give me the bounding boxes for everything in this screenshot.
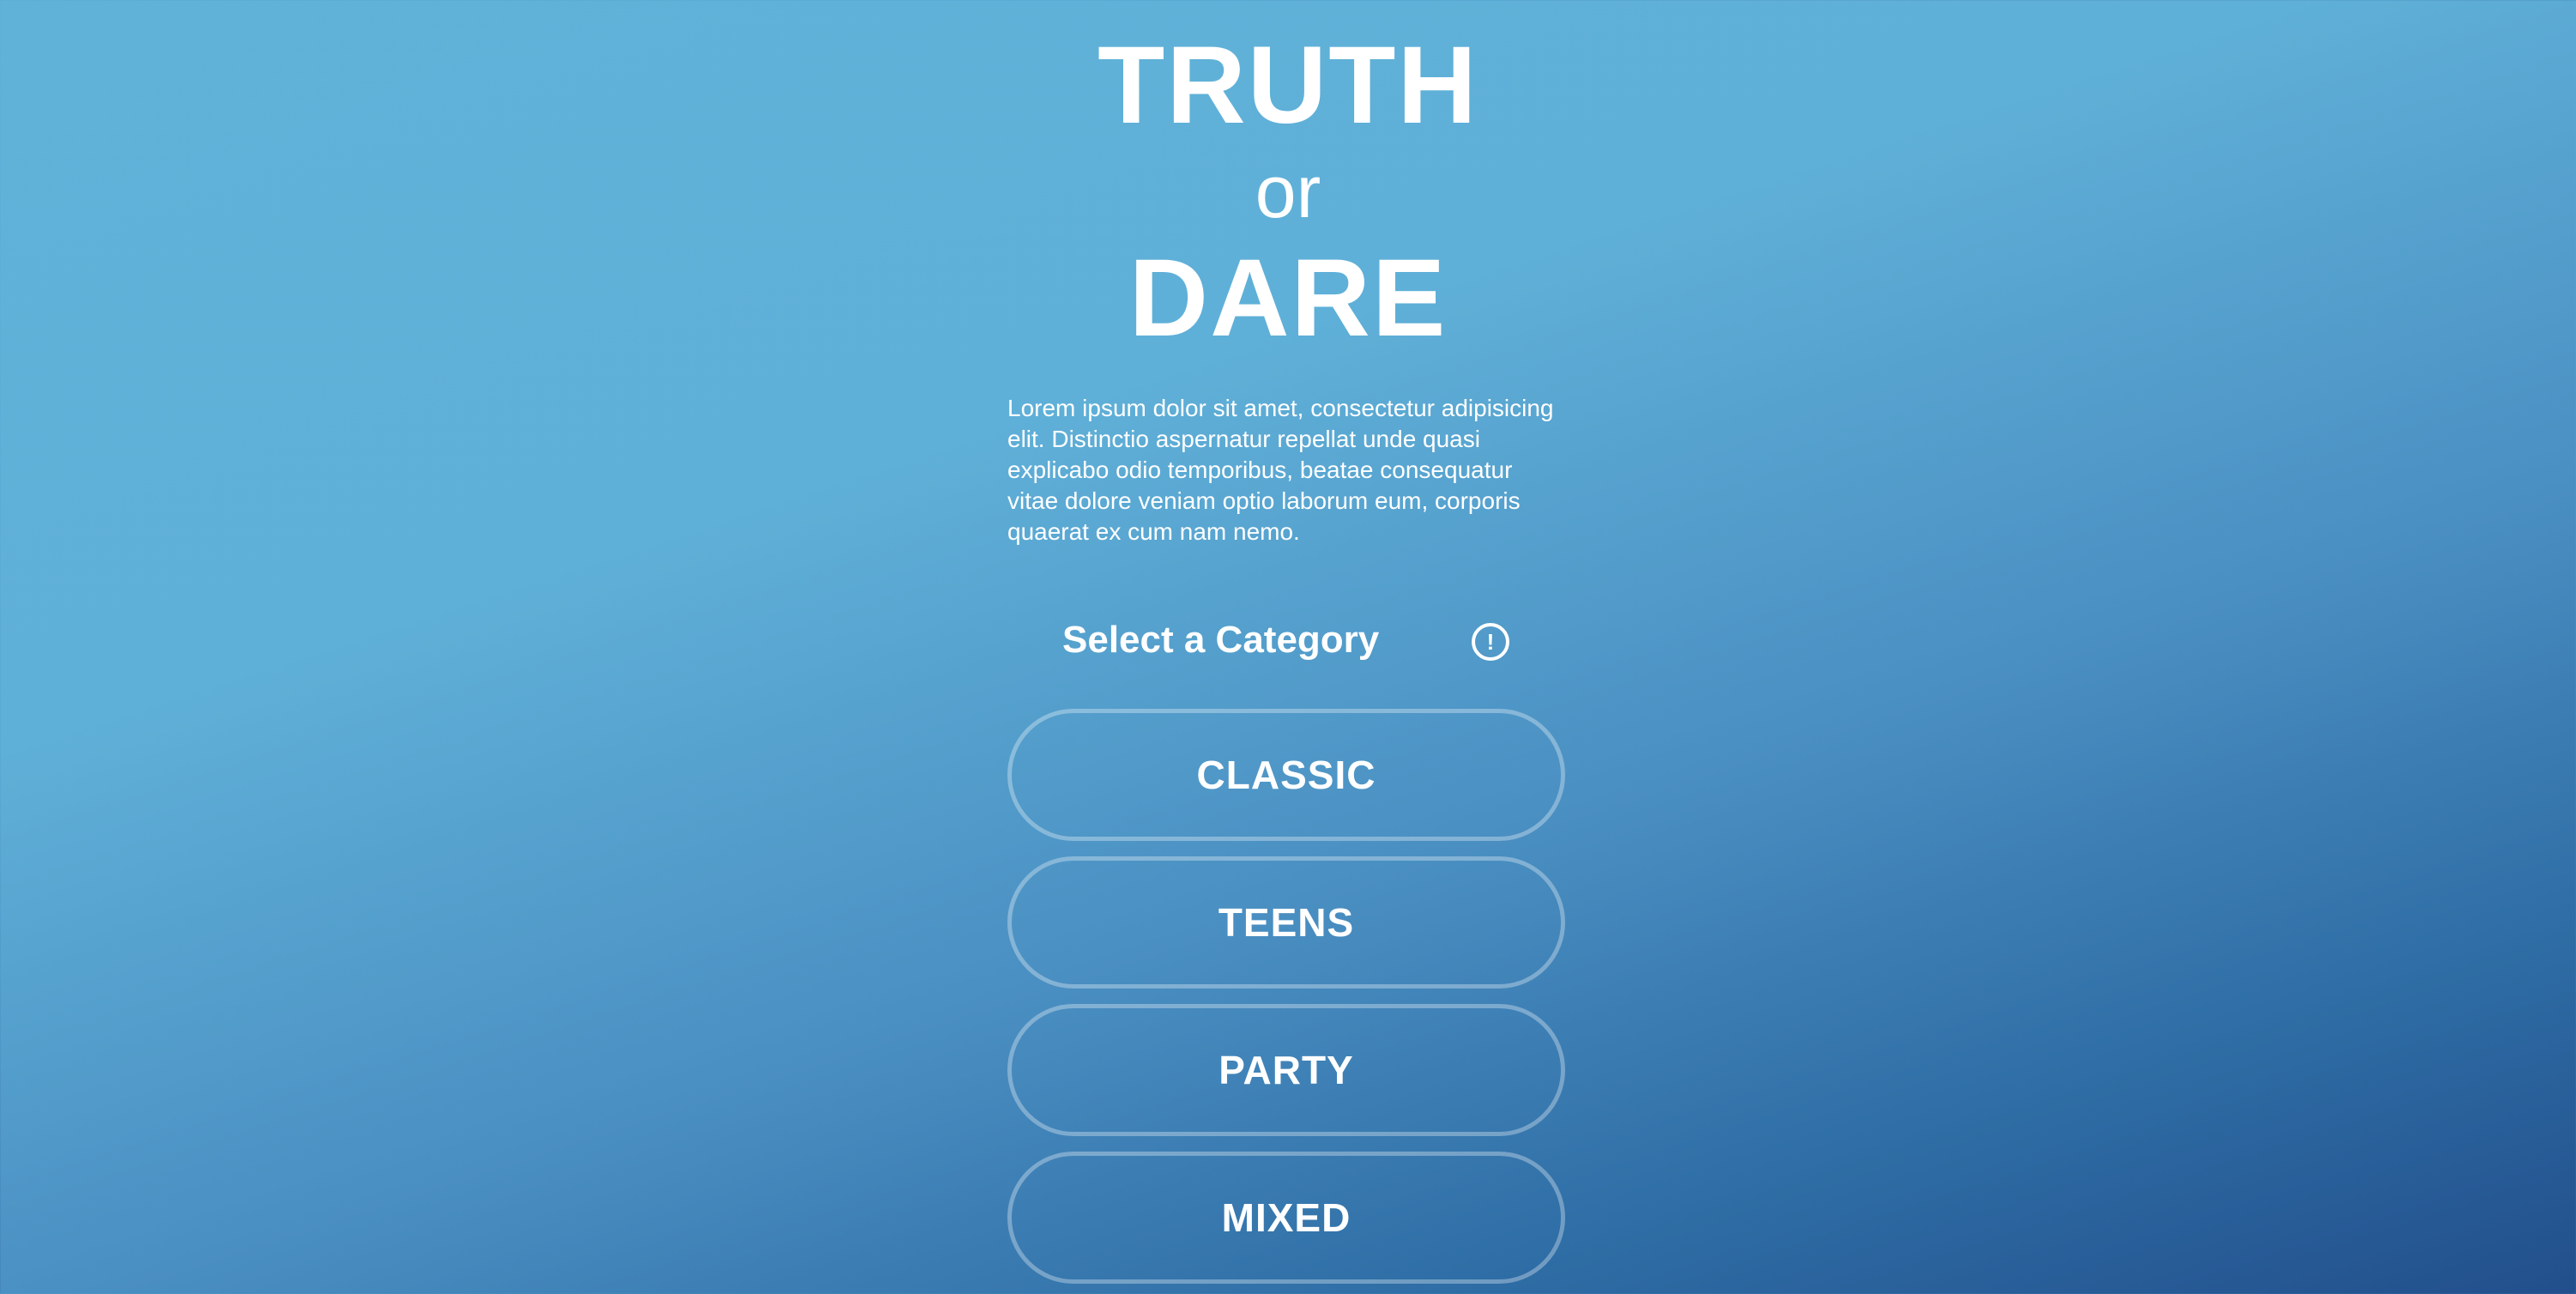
info-icon[interactable]: ! xyxy=(1472,623,1509,661)
title-dare: DARE xyxy=(1128,237,1448,360)
category-list: CLASSIC TEENS PARTY MIXED xyxy=(1007,709,1565,1294)
info-icon-glyph: ! xyxy=(1486,629,1495,655)
category-button-teens[interactable]: TEENS xyxy=(1007,856,1565,989)
intro-paragraph: Lorem ipsum dolor sit amet, consectetur … xyxy=(1007,395,1554,545)
game-title: TRUTH or DARE xyxy=(0,26,2576,359)
category-button-party[interactable]: PARTY xyxy=(1007,1004,1565,1136)
category-button-classic[interactable]: CLASSIC xyxy=(1007,709,1565,841)
page: TRUTH or DARE Lorem ipsum dolor sit amet… xyxy=(0,0,2576,1294)
category-title: Select a Category xyxy=(1062,619,1380,661)
category-header: Select a Category ! xyxy=(1007,609,1565,674)
category-button-mixed[interactable]: MIXED xyxy=(1007,1152,1565,1284)
title-truth: TRUTH xyxy=(1098,24,1478,147)
title-or: or xyxy=(1255,151,1321,233)
